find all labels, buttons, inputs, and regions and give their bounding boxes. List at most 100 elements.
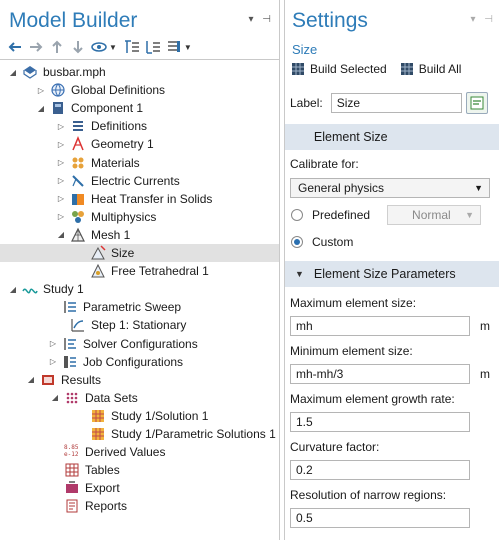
minimum-element-size-input[interactable]: mh-mh/3 xyxy=(290,364,470,384)
element-size-parameters-section-header[interactable]: ▼ Element Size Parameters xyxy=(285,261,499,287)
tree-item-study-1[interactable]: ◢ Study 1 xyxy=(0,280,279,298)
tree-item-label: Global Definitions xyxy=(71,83,166,98)
tree-item-global-definitions[interactable]: ▷ Global Definitions xyxy=(0,81,279,99)
expand-all-icon[interactable] xyxy=(123,38,141,56)
free-tetrahedral-icon xyxy=(90,263,106,279)
up-arrow-icon[interactable] xyxy=(48,38,66,56)
show-more-icon[interactable] xyxy=(165,38,183,56)
parametric-sweep-icon xyxy=(62,299,78,315)
expand-arrow-icon[interactable]: ▷ xyxy=(56,194,66,203)
tree-item-label: Component 1 xyxy=(71,101,144,116)
tree-item-size[interactable]: Size xyxy=(0,244,279,262)
tree-item-geometry-1[interactable]: ▷ Geometry 1 xyxy=(0,135,279,153)
maximum-element-growth-rate-input[interactable]: 1.5 xyxy=(290,412,470,432)
view-menu-icon[interactable]: ▾ xyxy=(470,14,475,25)
tree-item-results[interactable]: ◢ Results xyxy=(0,371,279,389)
tree-item-study-1-parametric-solutions-1[interactable]: Study 1/Parametric Solutions 1 xyxy=(0,425,279,443)
custom-row: Custom xyxy=(291,235,353,249)
tree-item-reports[interactable]: Reports xyxy=(0,497,279,515)
collapse-arrow-icon[interactable]: ◢ xyxy=(26,375,36,384)
tree-item-label: Study 1/Solution 1 xyxy=(111,408,209,423)
expand-arrow-icon[interactable]: ▷ xyxy=(56,122,66,131)
calibrate-select[interactable]: General physics ▼ xyxy=(290,178,490,198)
label-field[interactable]: Size xyxy=(330,93,462,113)
tree-item-data-sets[interactable]: ◢ Data Sets xyxy=(0,389,279,407)
tree-item-label: Size xyxy=(111,246,135,260)
tree-item-tables[interactable]: Tables xyxy=(0,461,279,479)
predefined-label: Predefined xyxy=(312,208,371,222)
tree-item-study-1-solution-1[interactable]: Study 1/Solution 1 xyxy=(0,407,279,425)
predefined-select: Normal ▼ xyxy=(387,205,482,225)
expand-arrow-icon[interactable]: ▷ xyxy=(56,176,66,185)
tree-item-busbar-mph[interactable]: ◢ busbar.mph xyxy=(0,63,279,81)
collapse-arrow-icon[interactable]: ◢ xyxy=(8,285,18,294)
tree-item-free-tetrahedral-1[interactable]: Free Tetrahedral 1 xyxy=(0,262,279,280)
tree-item-materials[interactable]: ▷ Materials xyxy=(0,154,279,172)
expand-arrow-icon[interactable]: ▷ xyxy=(48,339,58,348)
pin-icon[interactable]: ⊣ xyxy=(262,14,271,25)
curvature-factor-input[interactable]: 0.2 xyxy=(290,460,470,480)
collapse-all-icon[interactable] xyxy=(144,38,162,56)
show-more-dropdown-caret-icon[interactable]: ▼ xyxy=(184,43,192,52)
expand-arrow-icon[interactable]: ▷ xyxy=(56,158,66,167)
solution-icon xyxy=(90,408,106,424)
tree-item-label: Definitions xyxy=(91,119,148,134)
tree-item-label: Mesh 1 xyxy=(91,227,131,242)
tree-item-label: Electric Currents xyxy=(91,173,180,188)
tree-item-export[interactable]: Export xyxy=(0,479,279,497)
custom-radio[interactable] xyxy=(291,236,303,248)
minimum-element-size-unit: m xyxy=(480,367,490,381)
component-icon xyxy=(50,100,66,116)
tree-item-component-1[interactable]: ◢ Component 1 xyxy=(0,99,279,117)
tree-item-label: Study 1 xyxy=(43,282,84,297)
collapse-arrow-icon[interactable]: ◢ xyxy=(50,393,60,402)
eye-dropdown-caret-icon[interactable]: ▼ xyxy=(109,43,117,52)
view-menu-icon[interactable]: ▾ xyxy=(248,14,253,25)
forward-arrow-icon[interactable] xyxy=(27,38,45,56)
tree-item-multiphysics[interactable]: ▷ Multiphysics xyxy=(0,208,279,226)
build-selected-button[interactable]: Build Selected xyxy=(292,62,387,76)
eye-icon[interactable] xyxy=(90,38,108,56)
label-edit-button[interactable] xyxy=(465,92,488,114)
label-caption: Label: xyxy=(290,96,323,110)
collapse-arrow-icon[interactable]: ◢ xyxy=(8,68,18,77)
back-arrow-icon[interactable] xyxy=(6,38,24,56)
tree-item-electric-currents[interactable]: ▷ Electric Currents xyxy=(0,172,279,190)
build-selected-label: Build Selected xyxy=(310,62,387,76)
section-collapse-icon: ▼ xyxy=(295,269,304,279)
collapse-arrow-icon[interactable]: ◢ xyxy=(36,104,46,113)
export-icon xyxy=(64,480,80,496)
resolution-of-narrow-regions-input[interactable]: 0.5 xyxy=(290,508,470,528)
globe-icon xyxy=(50,82,66,98)
tree-item-derived-values[interactable]: 8.85 e-12 Derived Values xyxy=(0,443,279,461)
element-size-section-header[interactable]: ▼ Element Size xyxy=(285,124,499,150)
tree-item-label: Free Tetrahedral 1 xyxy=(111,264,209,279)
geometry-icon xyxy=(70,136,86,152)
expand-arrow-icon[interactable]: ▷ xyxy=(48,357,58,366)
collapse-arrow-icon[interactable]: ◢ xyxy=(56,230,66,239)
build-all-button[interactable]: Build All xyxy=(400,62,461,76)
tree-item-job-configurations[interactable]: ▷ Job Configurations xyxy=(0,353,279,371)
reports-icon xyxy=(64,498,80,514)
tree-item-label: Study 1/Parametric Solutions 1 xyxy=(111,427,276,441)
resolution-of-narrow-regions-label: Resolution of narrow regions: xyxy=(290,488,447,502)
down-arrow-icon[interactable] xyxy=(69,38,87,56)
tree-item-parametric-sweep[interactable]: Parametric Sweep xyxy=(0,298,279,316)
tree-item-definitions[interactable]: ▷ Definitions xyxy=(0,117,279,135)
maximum-element-size-input[interactable]: mh xyxy=(290,316,470,336)
expand-arrow-icon[interactable]: ▷ xyxy=(36,86,46,95)
tree-item-heat-transfer-in-solids[interactable]: ▷ Heat Transfer in Solids xyxy=(0,190,279,208)
expand-arrow-icon[interactable]: ▷ xyxy=(56,212,66,221)
solver-icon xyxy=(62,336,78,352)
tree-item-label: Parametric Sweep xyxy=(83,300,182,315)
label-edit-icon xyxy=(470,96,484,110)
settings-window-controls: ▾ ⊣ xyxy=(470,14,493,25)
expand-arrow-icon[interactable]: ▷ xyxy=(56,140,66,149)
tree-item-mesh-1[interactable]: ◢ Mesh 1 xyxy=(0,226,279,244)
pin-icon[interactable]: ⊣ xyxy=(484,14,493,25)
tree-item-step-1-stationary[interactable]: Step 1: Stationary xyxy=(0,316,279,334)
predefined-radio[interactable] xyxy=(291,209,303,221)
maximum-element-size-label: Maximum element size: xyxy=(290,296,417,310)
tree-item-solver-configurations[interactable]: ▷ Solver Configurations xyxy=(0,335,279,353)
mesh-icon xyxy=(70,227,86,243)
